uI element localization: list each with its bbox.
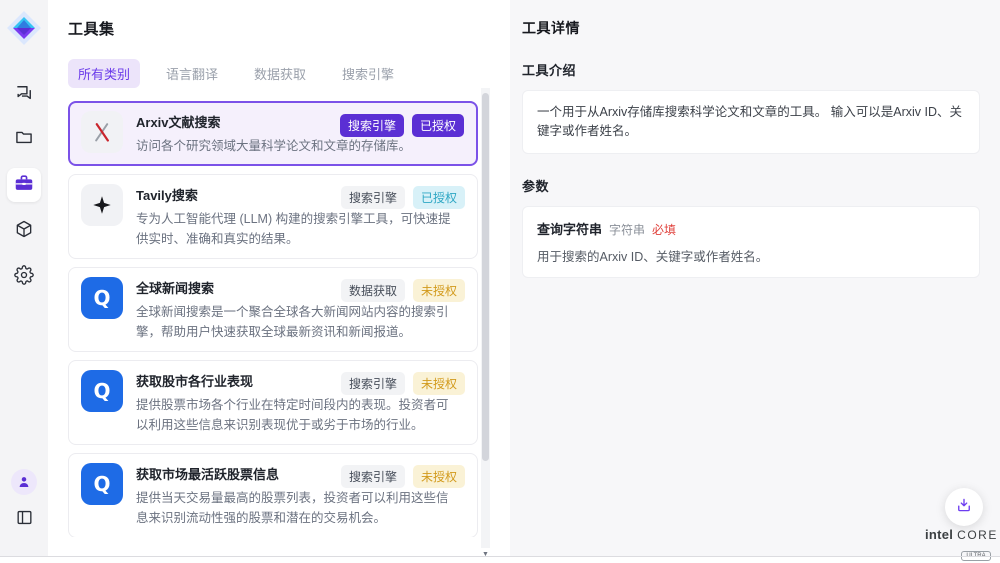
chat-icon [14,83,34,108]
status-badge: 已授权 [413,186,465,209]
param-required-badge: 必填 [652,221,676,238]
tool-desc: 专为人工智能代理 (LLM) 构建的搜索引擎工具，可快速提供实时、准确和真实的结… [136,209,458,249]
tool-details-panel: 工具详情 工具介绍 一个用于从Arxiv存储库搜索科学论文和文章的工具。 输入可… [510,0,1000,557]
category-tabs: 所有类别 语言翻译 数据获取 搜索引擎 [68,59,510,88]
cube-icon [14,219,34,244]
tab-translation[interactable]: 语言翻译 [156,59,228,88]
category-badge: 搜索引擎 [341,186,405,209]
arxiv-x-icon [81,111,123,153]
tab-data-fetch[interactable]: 数据获取 [244,59,316,88]
sidebar-rail [0,0,48,557]
sidebar-item-settings[interactable] [7,260,41,294]
scrollbar-thumb[interactable] [482,93,489,461]
q-glyph: Q [93,288,110,308]
gear-icon [14,265,34,290]
param-desc: 用于搜索的Arxiv ID、关键字或作者姓名。 [537,246,965,265]
status-badge: 已授权 [412,114,464,137]
sidebar-item-account[interactable] [7,465,41,499]
toolbox-icon [13,172,35,199]
tool-badges: 数据获取 未授权 [341,279,465,302]
tool-card-list: Arxiv文献搜索 访问各个研究领域大量科学论文和文章的存储库。 搜索引擎 已授… [68,101,478,537]
intro-heading: 工具介绍 [522,60,980,79]
folder-icon [14,127,34,152]
sidebar-item-packages[interactable] [7,214,41,248]
params-heading: 参数 [522,176,980,195]
tool-desc: 访问各个研究领域大量科学论文和文章的存储库。 [136,136,411,156]
intro-box: 一个用于从Arxiv存储库搜索科学论文和文章的工具。 输入可以是Arxiv ID… [522,90,980,154]
sidebar-item-chat[interactable] [7,78,41,112]
param-name: 查询字符串 [537,219,602,238]
q-glyph: Q [93,381,110,401]
sidebar-item-collapse[interactable] [7,503,41,537]
tool-card[interactable]: Q 获取股市各行业表现 提供股票市场各个行业在特定时间段内的表现。投资者可以利用… [68,360,478,445]
q-blue-icon: Q [81,463,123,505]
tool-card[interactable]: Arxiv文献搜索 访问各个研究领域大量科学论文和文章的存储库。 搜索引擎 已授… [68,101,478,166]
param-type: 字符串 [609,221,645,238]
tool-badges: 搜索引擎 已授权 [340,114,464,137]
q-blue-icon: Q [81,370,123,412]
brand-core-text: core [957,528,998,542]
category-badge: 搜索引擎 [341,372,405,395]
download-icon [955,496,973,519]
sidebar-item-tools[interactable] [7,168,41,202]
tool-card[interactable]: Q 获取市场最活跃股票信息 提供当天交易量最高的股票列表，投资者可以利用这些信息… [68,453,478,537]
tool-desc: 全球新闻搜索是一个聚合全球各大新闻网站内容的搜索引擎，帮助用户快速获取全球最新资… [136,302,458,342]
details-title: 工具详情 [522,18,980,38]
category-badge: 数据获取 [341,279,405,302]
tool-card[interactable]: Tavily搜索 专为人工智能代理 (LLM) 构建的搜索引擎工具，可快速提供实… [68,174,478,259]
q-glyph: Q [93,474,110,494]
list-scrollbar[interactable]: ▼ [481,88,490,548]
tool-badges: 搜索引擎 未授权 [341,465,465,488]
brand-intel-text: intel [925,527,953,542]
tool-card[interactable]: Q 全球新闻搜索 全球新闻搜索是一个聚合全球各大新闻网站内容的搜索引擎，帮助用户… [68,267,478,352]
status-badge: 未授权 [413,372,465,395]
toolset-panel: 工具集 所有类别 语言翻译 数据获取 搜索引擎 Arxiv文献搜索 访问各个研究… [48,0,510,557]
tool-desc: 提供股票市场各个行业在特定时间段内的表现。投资者可以利用这些信息来识别表现优于或… [136,395,458,435]
status-badge: 未授权 [413,465,465,488]
q-blue-icon: Q [81,277,123,319]
intro-text: 一个用于从Arxiv存储库搜索科学论文和文章的工具。 输入可以是Arxiv ID… [537,103,965,141]
download-button[interactable] [945,488,983,526]
window-bottom-divider [0,556,1000,557]
tool-badges: 搜索引擎 已授权 [341,186,465,209]
tool-desc: 提供当天交易量最高的股票列表，投资者可以利用这些信息来识别流动性强的股票和潜在的… [136,488,458,528]
tab-all-categories[interactable]: 所有类别 [68,59,140,88]
app-window: 工具集 所有类别 语言翻译 数据获取 搜索引擎 Arxiv文献搜索 访问各个研究… [0,0,1000,563]
category-badge: 搜索引擎 [341,465,405,488]
category-badge: 搜索引擎 [340,114,404,137]
status-badge: 未授权 [413,279,465,302]
collapse-panel-icon [15,508,34,532]
tab-search-engine[interactable]: 搜索引擎 [332,59,404,88]
sparkle-icon [81,184,123,226]
app-logo[interactable] [6,10,42,46]
toolset-title: 工具集 [68,18,510,39]
sidebar-item-files[interactable] [7,122,41,156]
param-box: 查询字符串 字符串 必填 用于搜索的Arxiv ID、关键字或作者姓名。 [522,206,980,278]
tool-badges: 搜索引擎 未授权 [341,372,465,395]
user-avatar-icon [11,469,37,495]
